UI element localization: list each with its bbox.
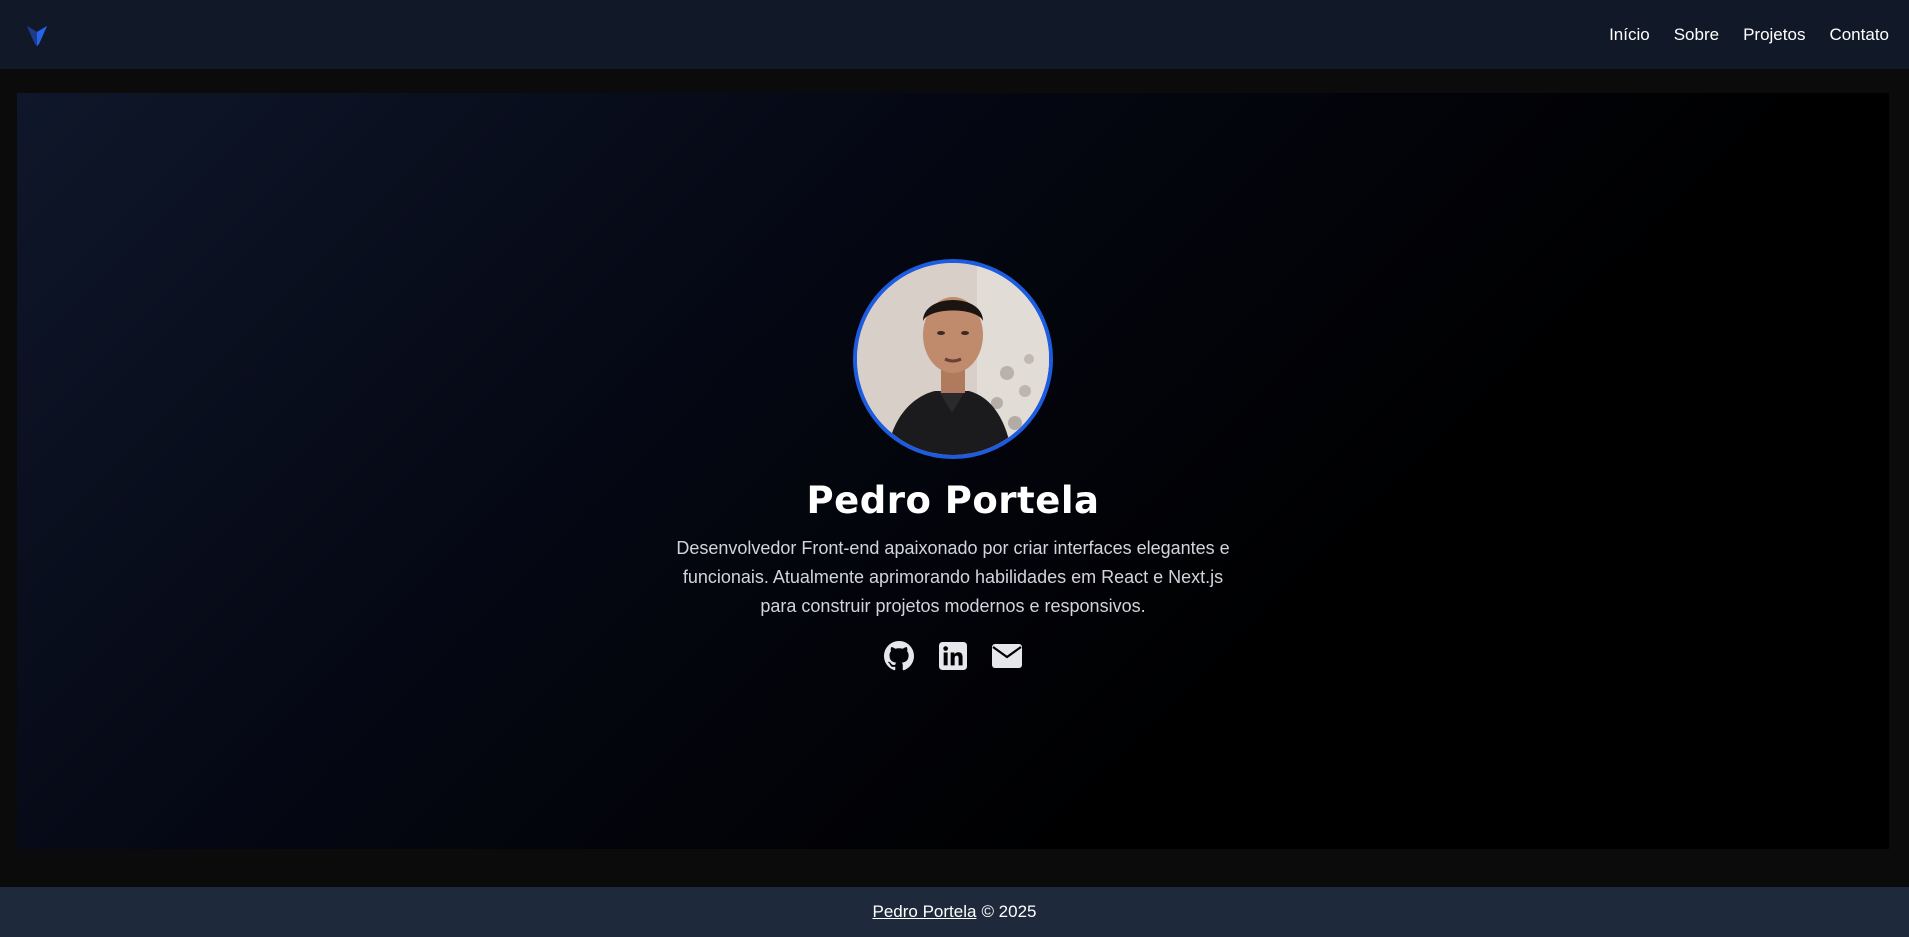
- footer-copyright: © 2025: [981, 902, 1037, 921]
- nav-link-contato[interactable]: Contato: [1829, 25, 1889, 45]
- avatar-photo: [857, 263, 1049, 455]
- linkedin-icon[interactable]: [938, 641, 968, 671]
- github-icon[interactable]: [884, 641, 914, 671]
- hero-bio: Desenvolvedor Front-end apaixonado por c…: [676, 538, 1230, 616]
- navbar: Início Sobre Projetos Contato: [0, 0, 1909, 69]
- logo-icon[interactable]: [24, 22, 50, 48]
- envelope-icon[interactable]: [992, 641, 1022, 671]
- nav-link-projetos[interactable]: Projetos: [1743, 25, 1805, 45]
- nav-link-sobre[interactable]: Sobre: [1674, 25, 1719, 45]
- hero-section: Pedro Portela Desenvolvedor Front-end ap…: [17, 93, 1889, 849]
- footer-author-link[interactable]: Pedro Portela: [872, 902, 976, 922]
- hero-name: Pedro Portela: [806, 479, 1100, 522]
- footer: Pedro Portela © 2025: [0, 887, 1909, 937]
- nav-link-inicio[interactable]: Início: [1609, 25, 1650, 45]
- nav-links: Início Sobre Projetos Contato: [1609, 25, 1889, 45]
- social-links: [884, 641, 1022, 671]
- avatar: [853, 259, 1053, 459]
